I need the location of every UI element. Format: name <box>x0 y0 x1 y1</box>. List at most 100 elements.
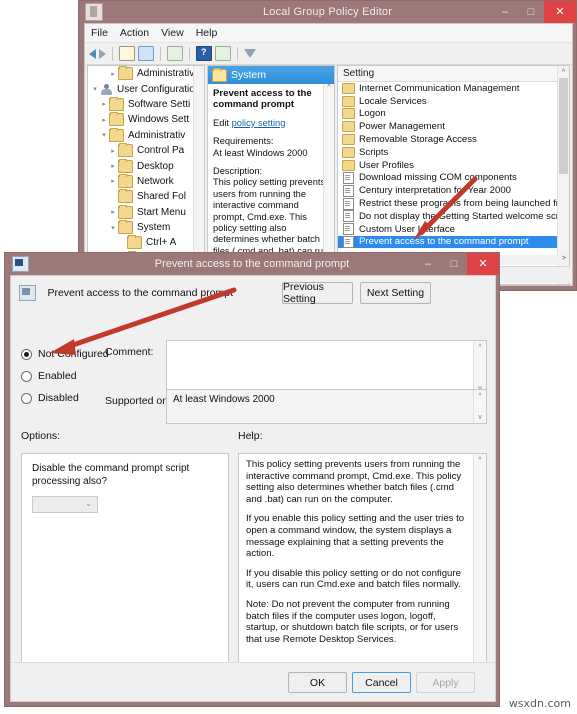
tree-item[interactable]: ▸ Network <box>88 173 204 189</box>
filter-icon[interactable] <box>244 49 256 58</box>
menu-action[interactable]: Action <box>120 27 149 39</box>
menu-view[interactable]: View <box>161 27 184 39</box>
scroll-up-arrow-icon[interactable]: ^ <box>558 66 569 78</box>
help-scrollbar[interactable]: ^ v <box>473 454 486 679</box>
show-hide-tree-icon[interactable] <box>138 46 154 61</box>
comment-scrollbar[interactable]: ^ v <box>473 341 486 394</box>
export-list-icon[interactable] <box>167 46 183 61</box>
tree-item[interactable]: ▸ Software Setti <box>88 96 204 112</box>
tree-item[interactable]: Shared Fol <box>88 189 204 204</box>
next-setting-button[interactable]: Next Setting <box>360 282 431 304</box>
forward-arrow-icon[interactable] <box>99 48 106 59</box>
tree-expander-icon[interactable]: ▸ <box>108 70 118 78</box>
scroll-up-arrow-icon[interactable]: ^ <box>474 341 486 353</box>
settings-list-row[interactable]: Removable Storage Access <box>338 133 569 146</box>
dialog-close-button[interactable]: ✕ <box>467 253 499 275</box>
settings-list-row[interactable]: Logon <box>338 108 569 121</box>
tree-item-label: Administrativ <box>128 129 186 141</box>
previous-setting-button[interactable]: Previous Setting <box>282 281 353 305</box>
editor-toolbar <box>85 43 572 65</box>
properties-icon[interactable] <box>215 46 231 61</box>
extended-pane-header: System <box>208 66 334 84</box>
settings-list-row[interactable]: Do not display the Getting Started welco… <box>338 210 569 223</box>
help-panel[interactable]: This policy setting prevents users from … <box>238 453 487 680</box>
settings-list-row[interactable]: Download missing COM components <box>338 171 569 185</box>
settings-list-row[interactable]: Custom User Interface <box>338 223 569 236</box>
dialog-titlebar: Prevent access to the command prompt – □… <box>5 253 499 275</box>
settings-list-row[interactable]: Power Management <box>338 120 569 133</box>
settings-vertical-scrollbar[interactable]: ^ v <box>557 66 569 284</box>
dialog-maximize-button[interactable]: □ <box>441 253 467 275</box>
radio-indicator-not-configured[interactable] <box>21 348 32 360</box>
folder-icon <box>342 134 355 146</box>
supported-on-scrollbar[interactable]: ^ v <box>473 390 486 423</box>
back-arrow-icon[interactable] <box>89 48 96 59</box>
radio-disabled[interactable]: Disabled <box>21 392 79 404</box>
tree-expander-icon[interactable]: ▸ <box>108 147 118 155</box>
settings-list-row[interactable]: Restrict these programs from being launc… <box>338 197 569 210</box>
tree-item[interactable]: ▸ Desktop <box>88 158 204 173</box>
tree-expander-icon[interactable]: ▸ <box>99 100 109 108</box>
tree-expander-icon[interactable]: ▾ <box>108 224 118 232</box>
radio-label-not-configured: Not Configured <box>38 348 109 360</box>
scroll-thumb[interactable] <box>559 78 568 174</box>
options-dropdown[interactable]: ⌄ <box>32 496 98 513</box>
tree-item[interactable]: ▾ System <box>88 220 204 235</box>
up-folder-icon[interactable] <box>119 46 135 61</box>
policy-doc-icon <box>343 210 354 223</box>
screenshot-root: Local Group Policy Editor – □ ✕ File Act… <box>0 0 577 714</box>
tree-item-label: Start Menu <box>137 206 186 218</box>
radio-indicator-disabled[interactable] <box>21 392 32 404</box>
scroll-up-arrow-icon[interactable]: ^ <box>474 454 486 466</box>
tree-expander-icon[interactable]: ▸ <box>108 162 118 170</box>
tree-expander-icon[interactable]: ▾ <box>99 131 109 139</box>
tree-expander-icon[interactable]: ▾ <box>90 85 100 93</box>
tree-item[interactable]: ▸ Start Menu <box>88 204 204 220</box>
tree-item[interactable]: ▾ User Configuratio <box>88 81 204 96</box>
options-panel[interactable]: Disable the command prompt script proces… <box>21 453 229 680</box>
settings-list-row[interactable]: Internet Communication Management <box>338 82 569 95</box>
cancel-button[interactable]: Cancel <box>352 672 411 693</box>
editor-minimize-button[interactable]: – <box>492 1 518 23</box>
tree-expander-icon[interactable]: ▸ <box>108 208 118 216</box>
settings-list-row[interactable]: Century interpretation for Year 2000 <box>338 184 569 197</box>
folder-icon <box>109 96 124 111</box>
tree-expander-icon[interactable]: ▸ <box>108 177 118 185</box>
menu-file[interactable]: File <box>91 27 108 39</box>
tree-expander-icon[interactable]: ▸ <box>99 116 109 124</box>
settings-column-header[interactable]: Setting <box>338 66 569 82</box>
help-paragraph: If you enable this policy setting and th… <box>246 513 465 560</box>
settings-list-row[interactable]: Scripts <box>338 146 569 159</box>
editor-maximize-button[interactable]: □ <box>518 1 544 23</box>
menu-help[interactable]: Help <box>196 27 218 39</box>
settings-horizontal-scrollbar[interactable]: > <box>498 255 568 265</box>
tree-item[interactable]: Ctrl+ A <box>88 235 204 250</box>
policy-setting-link[interactable]: policy setting <box>232 118 286 128</box>
tree-item[interactable]: ▾ Administrativ <box>88 127 204 143</box>
settings-row-label: Power Management <box>359 121 445 133</box>
settings-row-label: Restrict these programs from being launc… <box>359 198 569 210</box>
tree-item[interactable]: ▸ Administrative <box>88 66 204 81</box>
radio-indicator-enabled[interactable] <box>21 370 32 382</box>
tree-item-label: Network <box>137 175 174 187</box>
editor-close-button[interactable]: ✕ <box>544 1 576 23</box>
radio-enabled[interactable]: Enabled <box>21 370 77 382</box>
settings-list-row[interactable]: User Profiles <box>338 159 569 172</box>
settings-row-label: Internet Communication Management <box>359 82 520 94</box>
settings-row-label: Logon <box>359 108 386 120</box>
folder-icon <box>118 189 133 204</box>
settings-list-row[interactable]: Locale Services <box>338 95 569 108</box>
tree-item[interactable]: ▸ Control Pa <box>88 143 204 158</box>
tree-item-label: Control Pa <box>137 145 185 157</box>
settings-list-row[interactable]: Prevent access to the command prompt <box>338 235 569 249</box>
comment-textarea[interactable]: ^ v <box>166 340 487 395</box>
ok-button[interactable]: OK <box>288 672 347 693</box>
tree-item-label: System <box>137 222 171 234</box>
scroll-up-arrow-icon[interactable]: ^ <box>474 390 486 402</box>
help-icon[interactable] <box>196 46 212 61</box>
tree-item[interactable]: ▸ Windows Sett <box>88 112 204 127</box>
scroll-down-arrow-icon[interactable]: v <box>474 411 486 423</box>
dialog-minimize-button[interactable]: – <box>415 253 441 275</box>
folder-icon <box>118 220 133 235</box>
radio-not-configured[interactable]: Not Configured <box>21 348 109 360</box>
